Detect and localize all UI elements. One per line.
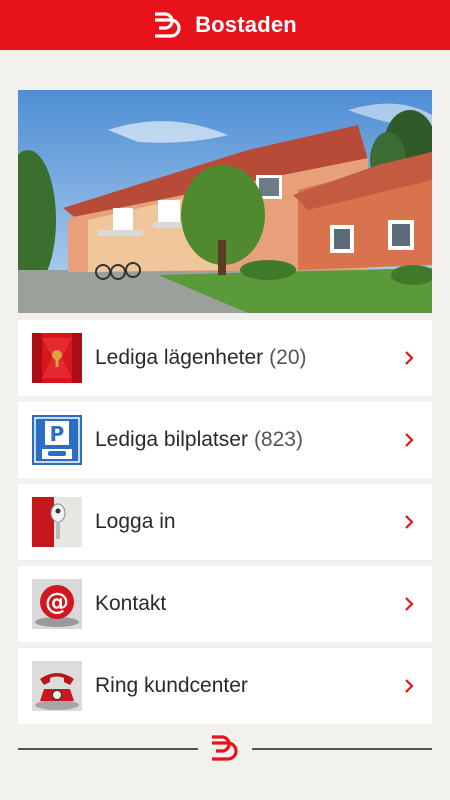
- telephone-icon: [32, 661, 82, 711]
- chevron-right-icon: [405, 351, 414, 365]
- menu-item-available-parking[interactable]: P Lediga bilplatser (823): [18, 402, 432, 478]
- menu-item-call-customer-center[interactable]: Ring kundcenter: [18, 648, 432, 724]
- menu-item-count: (823): [253, 428, 303, 451]
- menu-item-label: Lediga lägenheter: [95, 346, 264, 369]
- menu-item-count: (20): [269, 346, 307, 369]
- door-keyhole-icon: [32, 333, 82, 383]
- hero-photo: [18, 90, 432, 313]
- chevron-right-icon: [405, 433, 414, 447]
- chevron-right-icon: [405, 515, 414, 529]
- menu-item-login[interactable]: Logga in: [18, 484, 432, 560]
- chevron-right-icon: [405, 679, 414, 693]
- app-title: Bostaden: [195, 12, 297, 37]
- main-menu: Lediga lägenheter (20) P Lediga bilplats…: [18, 320, 432, 730]
- menu-item-label: Logga in: [95, 510, 176, 533]
- footer: [18, 733, 432, 763]
- menu-item-label: Ring kundcenter: [95, 674, 248, 697]
- footer-divider: [18, 748, 198, 750]
- chevron-right-icon: [405, 597, 414, 611]
- parking-sign-icon: P: [32, 415, 82, 465]
- menu-item-available-apartments[interactable]: Lediga lägenheter (20): [18, 320, 432, 396]
- bostaden-logo-icon: [155, 12, 181, 38]
- svg-text:@: @: [45, 588, 69, 616]
- menu-item-label: Lediga bilplatser: [95, 428, 248, 451]
- app-header: Bostaden: [0, 0, 450, 50]
- menu-item-label: Kontakt: [95, 592, 167, 615]
- key-icon: [32, 497, 82, 547]
- at-sign-icon: @: [32, 579, 82, 629]
- svg-text:P: P: [50, 422, 65, 446]
- bostaden-logo-icon: [212, 735, 238, 761]
- footer-divider: [252, 748, 432, 750]
- menu-item-contact[interactable]: @ Kontakt: [18, 566, 432, 642]
